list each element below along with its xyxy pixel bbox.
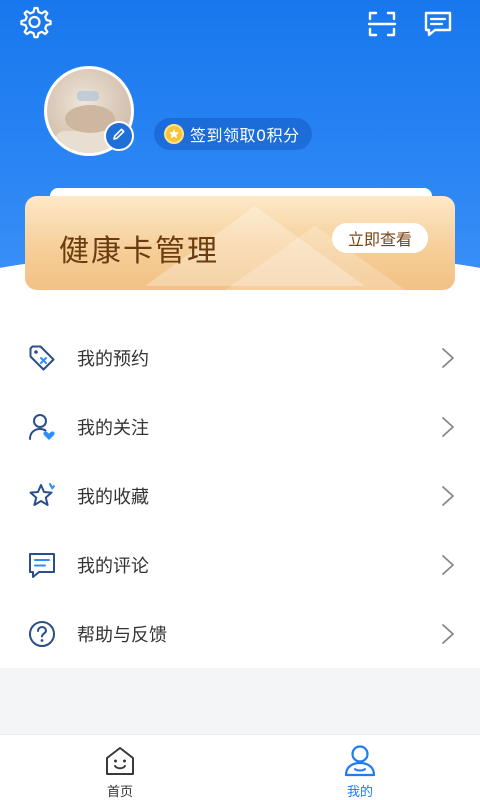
profile-icon: [342, 743, 378, 779]
menu-item-label: 我的收藏: [77, 487, 149, 508]
settings-button[interactable]: [16, 4, 56, 44]
chevron-right-icon: [438, 415, 458, 439]
home-icon: [102, 743, 138, 779]
chevron-right-icon: [438, 553, 458, 577]
help-icon: [26, 618, 58, 650]
tab-mine[interactable]: 我的: [300, 741, 420, 800]
message-icon: [422, 8, 454, 44]
tab-label: 首页: [106, 785, 133, 800]
health-card-banner[interactable]: 健康卡管理 立即查看: [25, 196, 455, 290]
tab-home[interactable]: 首页: [60, 741, 180, 800]
edit-avatar-button[interactable]: [104, 121, 134, 151]
menu-item-help-feedback[interactable]: 帮助与反馈: [0, 600, 480, 668]
chevron-right-icon: [438, 346, 458, 370]
scan-icon: [366, 8, 398, 44]
view-now-button[interactable]: 立即查看: [332, 223, 428, 253]
pencil-icon: [111, 126, 127, 146]
menu-list: 我的预约 我的关注 我的收藏 我的评论 帮助与反馈: [0, 290, 480, 668]
health-card-title: 健康卡管理: [59, 234, 219, 269]
menu-item-label: 我的关注: [77, 418, 149, 439]
bottom-tab-bar: 首页 我的: [0, 734, 480, 800]
chevron-right-icon: [438, 622, 458, 646]
menu-item-label: 我的预约: [77, 349, 149, 370]
gear-icon: [19, 5, 53, 43]
menu-item-favorites[interactable]: 我的收藏: [0, 462, 480, 530]
star-coin-icon: [164, 124, 184, 144]
favorite-star-icon: [26, 480, 58, 512]
messages-button[interactable]: [418, 6, 458, 46]
menu-item-label: 我的评论: [77, 556, 149, 577]
appointment-tag-icon: [26, 342, 58, 374]
profile-header: 签到领取0积分 健康卡管理 立即查看: [0, 0, 480, 290]
menu-item-comments[interactable]: 我的评论: [0, 531, 480, 599]
checkin-points-label: 签到领取0积分: [190, 126, 300, 145]
follow-person-icon: [26, 411, 58, 443]
tab-label: 我的: [346, 785, 373, 800]
menu-item-label: 帮助与反馈: [77, 625, 167, 646]
checkin-points-button[interactable]: 签到领取0积分: [154, 118, 312, 150]
chevron-right-icon: [438, 484, 458, 508]
avatar-photo-part: [77, 91, 99, 101]
comment-icon: [26, 549, 58, 581]
scan-button[interactable]: [362, 6, 402, 46]
menu-item-following[interactable]: 我的关注: [0, 393, 480, 461]
menu-item-appointments[interactable]: 我的预约: [0, 324, 480, 392]
